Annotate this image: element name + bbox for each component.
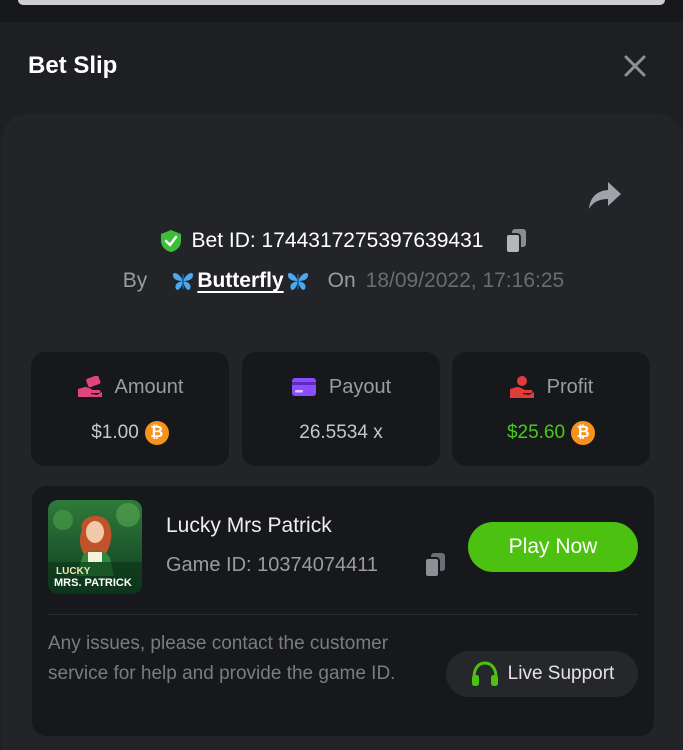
bet-slip-panel: Bet ID: 1744317275397639431 By Butterfly <box>0 114 683 750</box>
on-label: On <box>327 269 356 292</box>
page-title: Bet Slip <box>28 52 118 79</box>
game-thumbnail[interactable]: LUCKY MRS. PATRICK <box>48 500 142 594</box>
bet-id-row: Bet ID: 1744317275397639431 <box>2 226 683 256</box>
payout-stat: Payout 26.5534 x <box>242 352 440 466</box>
profit-label: Profit <box>546 375 594 398</box>
user-link[interactable]: Butterfly <box>171 269 309 293</box>
payout-label: Payout <box>328 375 392 398</box>
amount-value: $1.00 <box>91 422 139 443</box>
live-support-label: Live Support <box>507 663 615 684</box>
thumb-text-line1: LUCKY <box>56 566 91 577</box>
game-title: Lucky Mrs Patrick <box>166 514 332 537</box>
top-strip <box>0 0 683 22</box>
payout-value: 26.5534 x <box>299 422 383 443</box>
close-icon[interactable] <box>623 54 647 78</box>
bet-datetime: 18/09/2022, 17:16:25 <box>365 269 565 292</box>
by-row: By Butterfly On 18/09/2022, 17:16:25 <box>2 266 683 296</box>
scroll-bar <box>18 0 665 5</box>
bet-slip-card: Bet ID: 1744317275397639431 By Butterfly <box>2 114 683 750</box>
bet-id: Bet ID: 1744317275397639431 <box>191 229 484 252</box>
by-label: By <box>122 269 148 292</box>
amount-stat: Amount $1.00 ₿ <box>31 352 229 466</box>
user-name: Butterfly <box>197 269 284 292</box>
game-card: LUCKY MRS. PATRICK Lucky Mrs Patrick Gam… <box>32 486 654 736</box>
butterfly-icon <box>173 273 194 290</box>
thumb-text-line2: MRS. PATRICK <box>54 577 132 589</box>
profit-hand-icon <box>509 376 534 398</box>
headset-icon <box>471 661 498 686</box>
divider <box>48 614 638 615</box>
card-icon <box>291 378 316 396</box>
live-support-button[interactable]: Live Support <box>446 651 638 697</box>
amount-label: Amount <box>114 375 184 398</box>
bitcoin-icon: ₿ <box>571 421 596 445</box>
bitcoin-icon: ₿ <box>144 421 169 445</box>
verified-shield-icon <box>160 230 181 252</box>
profit-value: $25.60 <box>506 422 566 443</box>
butterfly-icon <box>287 273 308 290</box>
money-hand-icon <box>77 376 102 397</box>
copy-icon[interactable] <box>424 552 446 578</box>
copy-icon[interactable] <box>505 228 527 254</box>
share-icon[interactable] <box>588 180 622 210</box>
play-now-button[interactable]: Play Now <box>468 522 638 572</box>
help-text: Any issues, please contact the customer … <box>48 633 396 684</box>
game-id: Game ID: 10374074411 <box>166 554 379 576</box>
header: Bet Slip <box>0 22 683 114</box>
profit-stat: Profit $25.60 ₿ <box>452 352 650 466</box>
